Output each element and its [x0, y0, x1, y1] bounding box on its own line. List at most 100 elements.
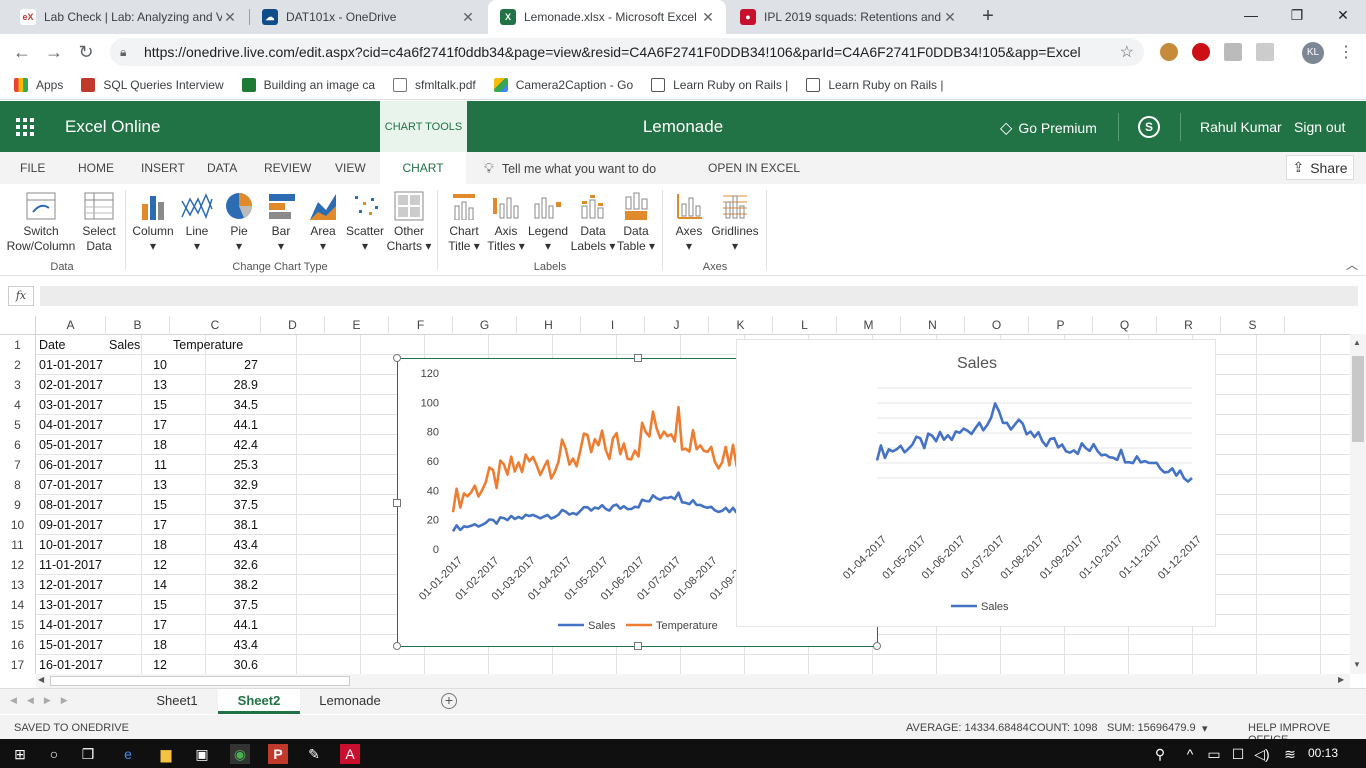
- skype-icon[interactable]: S: [1138, 116, 1160, 138]
- bookmark-item[interactable]: Building an image ca: [241, 77, 375, 92]
- fx-icon[interactable]: fx: [8, 286, 34, 306]
- avatar[interactable]: KL: [1302, 42, 1324, 64]
- table-cell[interactable]: 17: [106, 415, 170, 435]
- table-cell[interactable]: 13: [106, 375, 170, 395]
- tab-data[interactable]: DATA: [207, 161, 237, 175]
- table-cell[interactable]: 27: [170, 355, 261, 375]
- table-cell[interactable]: 15-01-2017: [36, 635, 106, 655]
- data-table-button[interactable]: Data Table ▾: [616, 188, 656, 254]
- browser-tab-excel[interactable]: X Lemonade.xlsx - Microsoft Excel C ✕: [488, 0, 726, 34]
- opera-extension-icon[interactable]: [1192, 43, 1210, 61]
- column-header-n[interactable]: N: [901, 316, 965, 335]
- column-header-f[interactable]: F: [389, 316, 453, 335]
- new-tab-icon[interactable]: +: [978, 5, 998, 29]
- table-cell[interactable]: 15: [106, 395, 170, 415]
- pdf-extension-icon[interactable]: [1256, 43, 1274, 61]
- address-bar[interactable]: 🔒︎ https://onedrive.live.com/edit.aspx?c…: [110, 38, 1144, 66]
- search-icon[interactable]: ○: [44, 744, 64, 764]
- table-cell[interactable]: 06-01-2017: [36, 455, 106, 475]
- select-data-button[interactable]: Select Data: [80, 188, 118, 254]
- windows-start-icon[interactable]: ⊞: [10, 744, 30, 764]
- minimize-icon[interactable]: —: [1228, 0, 1274, 30]
- tab-home[interactable]: HOME: [78, 161, 114, 175]
- chart-title-button[interactable]: Chart Title ▾: [444, 188, 484, 254]
- column-header-r[interactable]: R: [1157, 316, 1221, 335]
- column-header-q[interactable]: Q: [1093, 316, 1157, 335]
- bookmark-apps[interactable]: Apps: [14, 77, 63, 92]
- app-name[interactable]: Excel Online: [65, 117, 160, 137]
- column-header-e[interactable]: E: [325, 316, 389, 335]
- table-cell[interactable]: 38.1: [170, 515, 261, 535]
- table-cell[interactable]: 14: [106, 575, 170, 595]
- tab-insert[interactable]: INSERT: [141, 161, 185, 175]
- bookmark-item[interactable]: Camera2Caption - Go: [493, 77, 633, 92]
- menu-icon[interactable]: ⋮: [1338, 42, 1354, 62]
- resize-handle[interactable]: [634, 354, 642, 362]
- row-header[interactable]: 5: [0, 415, 36, 435]
- column-header-k[interactable]: K: [709, 316, 773, 335]
- paint-icon[interactable]: ✎: [304, 744, 324, 764]
- resize-handle[interactable]: [634, 642, 642, 650]
- table-cell[interactable]: 28.9: [170, 375, 261, 395]
- column-header-m[interactable]: M: [837, 316, 901, 335]
- table-cell[interactable]: 11: [106, 455, 170, 475]
- table-cell[interactable]: 43.4: [170, 535, 261, 555]
- column-header-h[interactable]: H: [517, 316, 581, 335]
- table-cell[interactable]: 34.5: [170, 395, 261, 415]
- table-cell[interactable]: 37.5: [170, 495, 261, 515]
- column-header-b[interactable]: B: [106, 316, 170, 335]
- table-cell[interactable]: 18: [106, 535, 170, 555]
- table-cell[interactable]: 04-01-2017: [36, 415, 106, 435]
- close-icon[interactable]: ✕: [942, 9, 958, 26]
- column-header-c[interactable]: C: [170, 316, 261, 335]
- row-header[interactable]: 11: [0, 535, 36, 555]
- bar-chart-button[interactable]: Bar ▾: [262, 188, 300, 254]
- header-cell[interactable]: Temperature: [170, 335, 261, 355]
- table-cell[interactable]: 10-01-2017: [36, 535, 106, 555]
- close-window-icon[interactable]: ✕: [1320, 0, 1366, 30]
- table-cell[interactable]: 44.1: [170, 415, 261, 435]
- row-header[interactable]: 16: [0, 635, 36, 655]
- bookmark-item[interactable]: SQL Queries Interview: [81, 77, 224, 92]
- back-icon[interactable]: ←: [10, 40, 34, 64]
- scroll-up-icon[interactable]: ▲: [1353, 338, 1361, 347]
- sign-out-link[interactable]: Sign out: [1294, 119, 1345, 135]
- table-cell[interactable]: 44.1: [170, 615, 261, 635]
- row-header[interactable]: 2: [0, 355, 36, 375]
- column-header-p[interactable]: P: [1029, 316, 1093, 335]
- table-cell[interactable]: 17: [106, 515, 170, 535]
- table-cell[interactable]: 13-01-2017: [36, 595, 106, 615]
- volume-icon[interactable]: ◁): [1252, 744, 1272, 764]
- table-cell[interactable]: 17: [106, 615, 170, 635]
- bookmark-item[interactable]: Learn Ruby on Rails |: [806, 77, 944, 92]
- row-header[interactable]: 7: [0, 455, 36, 475]
- row-header[interactable]: 4: [0, 395, 36, 415]
- task-view-icon[interactable]: ❒: [78, 744, 98, 764]
- line-chart-button[interactable]: Line ▾: [178, 188, 216, 254]
- table-cell[interactable]: 43.4: [170, 635, 261, 655]
- app-launcher-icon[interactable]: [16, 118, 34, 136]
- scroll-left-icon[interactable]: ◀: [38, 675, 44, 684]
- header-cell[interactable]: Date: [36, 335, 106, 355]
- column-header-s[interactable]: S: [1221, 316, 1285, 335]
- chart-extension-icon[interactable]: [1224, 43, 1242, 61]
- table-cell[interactable]: 37.5: [170, 595, 261, 615]
- table-cell[interactable]: 15: [106, 495, 170, 515]
- table-cell[interactable]: 10: [106, 355, 170, 375]
- table-cell[interactable]: 11-01-2017: [36, 555, 106, 575]
- scroll-right-icon[interactable]: ▶: [1338, 675, 1344, 684]
- table-cell[interactable]: 07-01-2017: [36, 475, 106, 495]
- table-cell[interactable]: 09-01-2017: [36, 515, 106, 535]
- resize-handle[interactable]: [873, 642, 881, 650]
- bookmark-item[interactable]: sfmltalk.pdf: [393, 77, 476, 92]
- column-header-g[interactable]: G: [453, 316, 517, 335]
- resize-handle[interactable]: [393, 642, 401, 650]
- vertical-scrollbar[interactable]: ▲ ▼: [1350, 334, 1366, 674]
- select-all-corner[interactable]: [0, 316, 36, 335]
- row-header[interactable]: 3: [0, 375, 36, 395]
- tab-view[interactable]: VIEW: [335, 161, 366, 175]
- column-header-j[interactable]: J: [645, 316, 709, 335]
- formula-input[interactable]: [40, 286, 1358, 306]
- open-in-excel-button[interactable]: OPEN IN EXCEL: [708, 161, 800, 175]
- user-name[interactable]: Rahul Kumar: [1200, 119, 1282, 135]
